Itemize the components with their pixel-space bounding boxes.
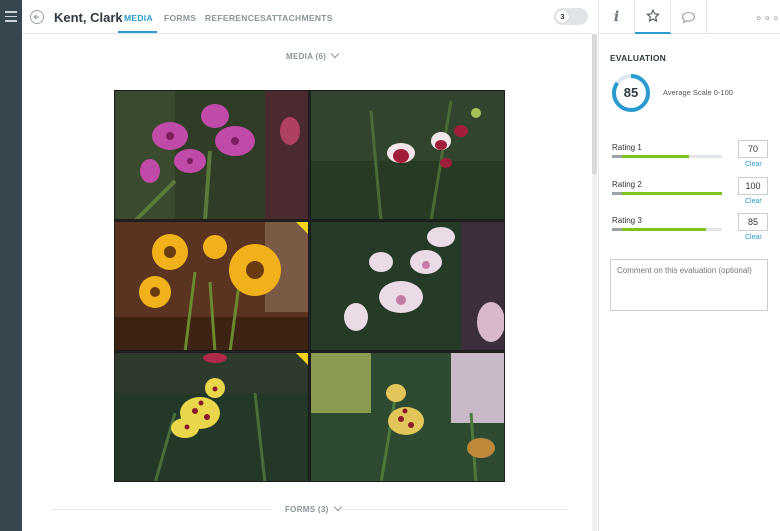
media-tile-1[interactable] [114, 90, 309, 220]
flag-marker [296, 222, 308, 234]
score-ring: 85 [611, 73, 651, 113]
media-section-header[interactable]: MEDIA (6) [286, 49, 340, 61]
forms-divider-right [342, 509, 568, 510]
rating-fill [612, 228, 706, 231]
rating-row-3: Rating 3 85 Clear [612, 213, 772, 246]
rating-row-2: Rating 2 100 Clear [612, 177, 772, 210]
media-image-2 [311, 91, 504, 219]
rating-slider[interactable] [612, 228, 722, 231]
evaluation-panel: i ∘∘∘ EVALUATION 85 Average Scale 0-100 … [598, 0, 780, 531]
main-scrollbar[interactable] [592, 34, 597, 531]
media-tile-6[interactable] [310, 352, 505, 482]
media-image-5 [115, 353, 308, 481]
comment-icon [681, 11, 696, 24]
rating-slider[interactable] [612, 155, 722, 158]
chevron-down-icon [330, 49, 340, 59]
main-panel: Kent, Clark MEDIA FORMS REFERENCES ATTAC… [22, 0, 597, 531]
evaluation-title: EVALUATION [610, 53, 666, 63]
media-tile-4[interactable] [310, 221, 505, 351]
rating-value-input[interactable]: 85 [738, 213, 768, 231]
media-image-1 [115, 91, 308, 219]
rating-start [612, 192, 622, 195]
clear-link[interactable]: Clear [745, 198, 762, 205]
rating-slider[interactable] [612, 192, 722, 195]
media-tile-5[interactable] [114, 352, 309, 482]
forms-section-header[interactable]: FORMS (3) [285, 502, 342, 514]
chevron-down-icon [333, 502, 342, 512]
rating-row-1: Rating 1 70 Clear [612, 140, 772, 173]
clear-link[interactable]: Clear [745, 161, 762, 168]
left-sidebar [0, 0, 22, 531]
active-tab-indicator [118, 31, 157, 33]
panel-tabs: i ∘∘∘ [599, 0, 780, 34]
candidate-name: Kent, Clark [54, 10, 123, 25]
flag-marker [296, 353, 308, 365]
rating-start [612, 228, 622, 231]
rating-label: Rating 3 [612, 216, 642, 225]
media-tile-3[interactable] [114, 221, 309, 351]
media-grid [114, 90, 505, 482]
star-icon [645, 9, 660, 22]
scale-label: Average Scale 0-100 [663, 88, 733, 97]
comment-textarea[interactable] [610, 259, 768, 311]
tab-references[interactable]: REFERENCES [205, 13, 266, 23]
clear-link[interactable]: Clear [745, 234, 762, 241]
toggle-knob: 3 [556, 10, 569, 23]
media-image-3 [115, 222, 308, 350]
rating-start [612, 155, 622, 158]
tab-media[interactable]: MEDIA [124, 13, 153, 23]
media-tile-2[interactable] [310, 90, 505, 220]
menu-icon[interactable] [5, 11, 17, 25]
rating-value-input[interactable]: 70 [738, 140, 768, 158]
rating-fill [612, 192, 722, 195]
info-icon: i [613, 9, 620, 25]
media-section-label: MEDIA (6) [286, 52, 327, 61]
tab-forms[interactable]: FORMS [164, 13, 196, 23]
forms-section-label: FORMS (3) [285, 505, 329, 514]
more-icon[interactable]: ∘∘∘ [755, 11, 780, 25]
media-image-4 [311, 222, 504, 350]
tab-info[interactable]: i [599, 0, 635, 34]
tab-evaluation[interactable] [635, 0, 671, 34]
tab-attachments[interactable]: ATTACHMENTS [266, 13, 333, 23]
rating-label: Rating 1 [612, 143, 642, 152]
back-arrow-icon[interactable] [30, 10, 44, 24]
media-image-6 [311, 353, 504, 481]
scrollbar-thumb[interactable] [592, 34, 597, 174]
tab-comments[interactable] [671, 0, 707, 34]
media-toggle[interactable]: 3 [554, 8, 588, 25]
rating-fill [612, 155, 689, 158]
top-bar: Kent, Clark MEDIA FORMS REFERENCES ATTAC… [22, 0, 592, 34]
rating-value-input[interactable]: 100 [738, 177, 768, 195]
rating-label: Rating 2 [612, 180, 642, 189]
score-value: 85 [623, 85, 639, 100]
forms-divider-left [52, 509, 272, 510]
